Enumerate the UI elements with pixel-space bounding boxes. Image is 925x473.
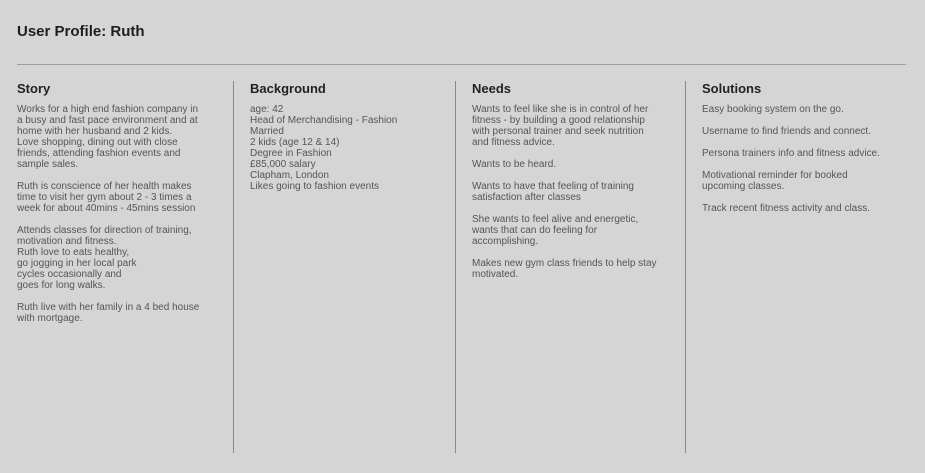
story-column: Story Works for a high end fashion compa… — [17, 81, 217, 335]
background-text-line: 2 kids (age 12 & 14) — [250, 137, 340, 148]
needs-text-line: satisfaction after classes — [472, 192, 581, 203]
title-divider — [17, 64, 906, 65]
needs-heading: Needs — [472, 81, 512, 96]
solutions-text-line: Easy booking system on the go. — [702, 104, 844, 115]
story-text-line: sample sales. — [17, 159, 79, 170]
background-heading: Background — [250, 81, 326, 96]
background-paragraph: age: 42 Head of Merchandising - Fashion Ma… — [250, 104, 440, 192]
background-text-line: £85,000 salary — [250, 159, 316, 170]
solutions-column: Solutions Easy booking system on the go.… — [702, 81, 902, 225]
needs-text-line: Wants to be heard. — [472, 159, 557, 170]
solutions-body: Easy booking system on the go. Username t… — [702, 104, 902, 214]
background-text-line: Head of Merchandising - Fashion — [250, 115, 398, 126]
story-text-line: Works for a high end fashion company in — [17, 104, 199, 115]
needs-paragraph: Makes new gym class friends to help stay… — [472, 258, 672, 280]
solutions-text-line: Track recent fitness activity and class. — [702, 203, 871, 214]
story-text-line: go jogging in her local park — [17, 258, 137, 269]
story-text-line: cycles occasionally and — [17, 269, 122, 280]
story-text-line: goes for long walks. — [17, 280, 106, 291]
user-profile-page: User Profile: Ruth Story Works for a hig… — [0, 0, 925, 473]
needs-paragraph: Wants to have that feeling of training sa… — [472, 181, 672, 203]
needs-text-line: Wants to have that feeling of training — [472, 181, 634, 192]
solutions-text-line: Username to find friends and connect. — [702, 126, 871, 137]
story-paragraph: Ruth is conscience of her health makes ti… — [17, 181, 217, 214]
story-text-line: home with her husband and 2 kids. — [17, 126, 173, 137]
story-text-line: week for about 40mins - 45mins session — [17, 203, 196, 214]
needs-paragraph: Wants to feel like she is in control of … — [472, 104, 672, 148]
story-paragraph: Works for a high end fashion company in a… — [17, 104, 217, 170]
background-text-line: Likes going to fashion events — [250, 181, 379, 192]
story-text-line: a busy and fast pace environment and at — [17, 115, 198, 126]
solutions-text-line: Motivational reminder for booked — [702, 170, 848, 181]
page-title: User Profile: Ruth — [17, 23, 145, 40]
needs-text-line: and fitness advice. — [472, 137, 555, 148]
needs-text-line: motivated. — [472, 269, 519, 280]
background-body: age: 42 Head of Merchandising - Fashion Ma… — [250, 104, 440, 192]
story-text-line: Ruth live with her family in a 4 bed hou… — [17, 302, 200, 313]
solutions-heading: Solutions — [702, 81, 762, 96]
story-text-line: Love shopping, dining out with close — [17, 137, 178, 148]
solutions-paragraph: Username to find friends and connect. — [702, 126, 902, 137]
story-paragraph: Attends classes for direction of trainin… — [17, 225, 217, 291]
background-text-line: Clapham, London — [250, 170, 329, 181]
story-text-line: with mortgage. — [17, 313, 83, 324]
solutions-paragraph: Motivational reminder for booked upcoming… — [702, 170, 902, 192]
story-text-line: Ruth love to eats healthy, — [17, 247, 130, 258]
background-text-line: Degree in Fashion — [250, 148, 332, 159]
story-paragraph: Ruth live with her family in a 4 bed hou… — [17, 302, 217, 324]
needs-text-line: Makes new gym class friends to help stay — [472, 258, 657, 269]
needs-body: Wants to feel like she is in control of … — [472, 104, 672, 280]
story-text-line: time to visit her gym about 2 - 3 times … — [17, 192, 192, 203]
needs-text-line: She wants to feel alive and energetic, — [472, 214, 639, 225]
story-body: Works for a high end fashion company in a… — [17, 104, 217, 324]
solutions-paragraph: Persona trainers info and fitness advice… — [702, 148, 902, 159]
needs-text-line: accomplishing. — [472, 236, 539, 247]
story-text-line: Attends classes for direction of trainin… — [17, 225, 192, 236]
needs-text-line: fitness - by building a good relationshi… — [472, 115, 645, 126]
column-divider — [233, 81, 234, 453]
solutions-paragraph: Track recent fitness activity and class. — [702, 203, 902, 214]
background-text-line: Married — [250, 126, 284, 137]
needs-paragraph: She wants to feel alive and energetic, wa… — [472, 214, 672, 247]
needs-column: Needs Wants to feel like she is in contr… — [472, 81, 672, 291]
column-divider — [455, 81, 456, 453]
background-column: Background age: 42 Head of Merchandising … — [250, 81, 440, 203]
needs-text-line: wants that can do feeling for — [472, 225, 598, 236]
story-heading: Story — [17, 81, 51, 96]
solutions-text-line: Persona trainers info and fitness advice… — [702, 148, 880, 159]
needs-text-line: with personal trainer and seek nutrition — [472, 126, 644, 137]
needs-paragraph: Wants to be heard. — [472, 159, 672, 170]
needs-text-line: Wants to feel like she is in control of … — [472, 104, 649, 115]
solutions-text-line: upcoming classes. — [702, 181, 785, 192]
story-text-line: friends, attending fashion events and — [17, 148, 181, 159]
solutions-paragraph: Easy booking system on the go. — [702, 104, 902, 115]
background-text-line: age: 42 — [250, 104, 284, 115]
story-text-line: Ruth is conscience of her health makes — [17, 181, 192, 192]
column-divider — [685, 81, 686, 453]
story-text-line: motivation and fitness. — [17, 236, 117, 247]
